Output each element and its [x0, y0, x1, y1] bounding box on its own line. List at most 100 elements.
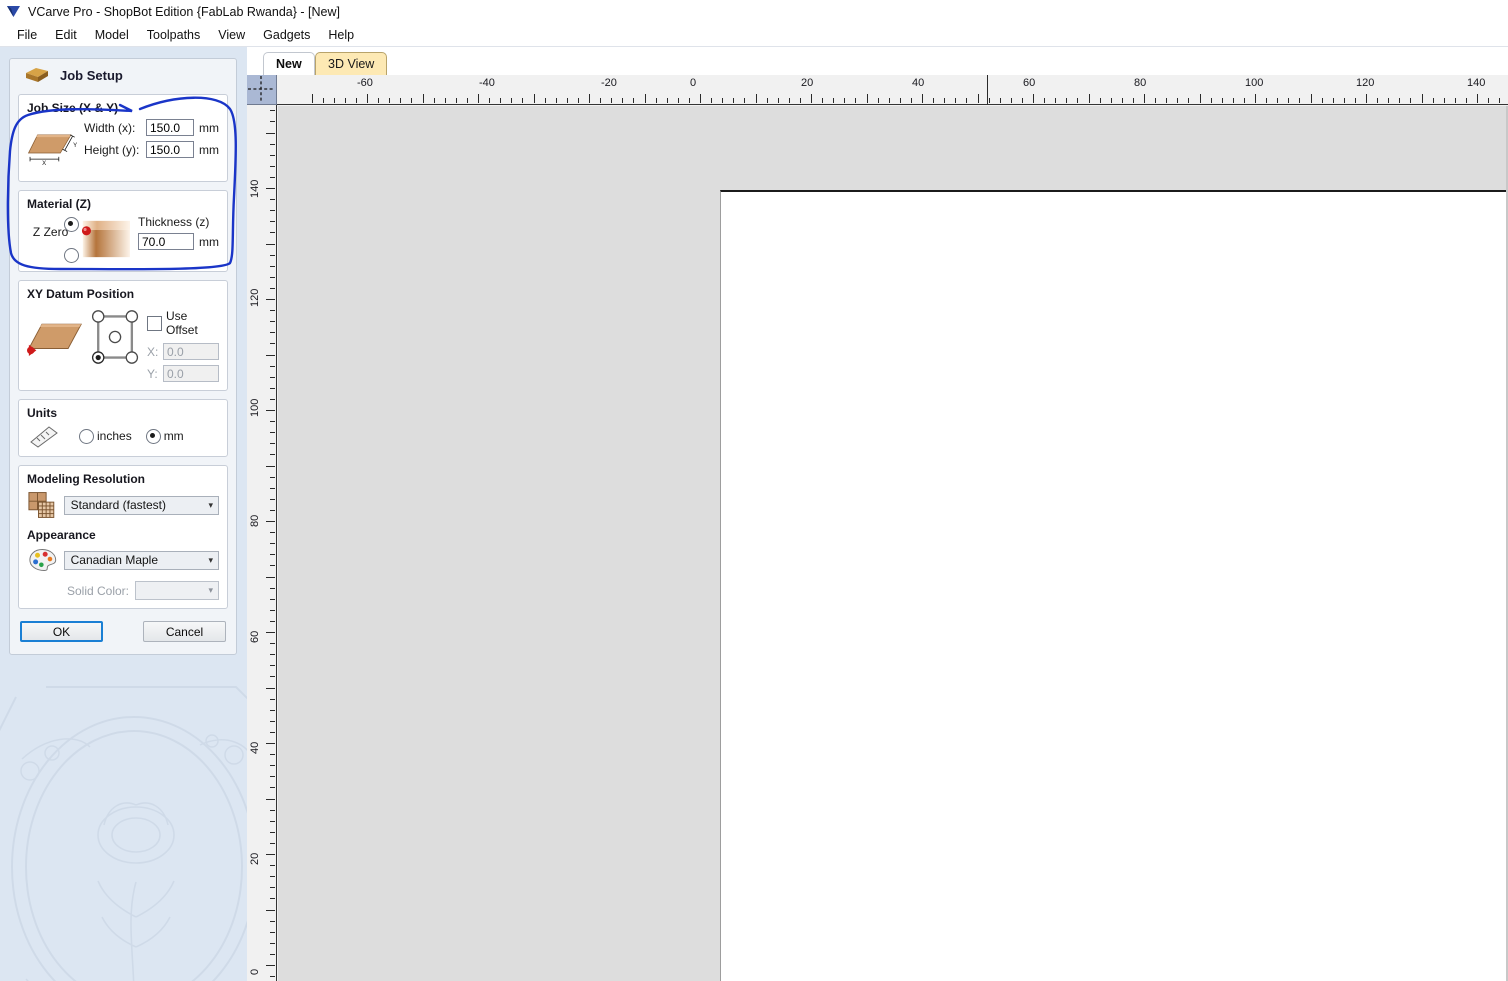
menu-item-toolpaths[interactable]: Toolpaths — [138, 26, 210, 44]
use-offset-checkbox[interactable] — [147, 315, 162, 331]
datum-top-right — [125, 310, 139, 323]
ruler-tick — [877, 98, 879, 103]
ruler-tick — [266, 354, 275, 356]
ruler-tick — [644, 94, 646, 103]
ruler-tick — [270, 365, 275, 367]
ruler-tick — [922, 94, 923, 103]
ruler-tick — [444, 98, 446, 103]
menu-item-model[interactable]: Model — [86, 26, 138, 44]
ruler-tick — [455, 98, 457, 103]
units-inches-radio[interactable] — [79, 428, 94, 444]
ruler-tick — [1243, 98, 1245, 103]
xy-datum-title: XY Datum Position — [27, 287, 135, 301]
ok-button[interactable]: OK — [20, 621, 103, 642]
ruler-tick — [555, 98, 557, 103]
menu-item-edit[interactable]: Edit — [46, 26, 86, 44]
ruler-tick — [270, 121, 275, 123]
ruler-tick — [270, 931, 275, 933]
ruler-tick — [744, 98, 746, 103]
ruler-tick — [1077, 98, 1079, 103]
units-mm-radio[interactable] — [145, 428, 161, 444]
ruler-tick — [1277, 98, 1279, 103]
menu-item-view[interactable]: View — [209, 26, 254, 44]
ruler-tick — [270, 332, 275, 334]
ruler-tick — [866, 94, 868, 103]
ruler-tick — [600, 98, 602, 103]
ruler-tick — [270, 676, 275, 678]
ruler-tick — [822, 98, 824, 103]
ruler-tick — [270, 942, 275, 944]
ruler-tick — [1155, 98, 1157, 103]
cancel-button[interactable]: Cancel — [143, 621, 226, 642]
menu-item-file[interactable]: File — [8, 26, 46, 44]
thickness-label: Thickness (z) — [138, 215, 210, 229]
ruler-tick — [270, 487, 275, 489]
offset-x-input[interactable] — [163, 343, 219, 360]
menu-item-help[interactable]: Help — [319, 26, 363, 44]
tab-new[interactable]: New — [263, 52, 315, 75]
offset-y-label: Y: — [147, 366, 158, 381]
height-input[interactable] — [146, 141, 194, 158]
axis-x-label: X — [42, 161, 46, 167]
tab-3d-view[interactable]: 3D View — [315, 52, 388, 75]
vruler-label: 60 — [249, 630, 261, 643]
vruler-label: 100 — [249, 398, 261, 417]
ruler-tick — [500, 98, 502, 103]
ruler-tick — [1332, 98, 1334, 103]
offset-y-input[interactable] — [163, 365, 219, 382]
height-label: Height (y): — [84, 142, 140, 157]
width-unit: mm — [199, 120, 219, 135]
vcarve-application-window: VCarve Pro - ShopBot Edition {FabLab Rwa… — [0, 0, 1508, 981]
ruler-tick — [270, 343, 275, 345]
ruler-tick — [270, 787, 275, 789]
chevron-down-icon: ▾ — [208, 554, 213, 565]
ruler-tick — [577, 98, 579, 103]
thickness-input[interactable] — [138, 233, 194, 250]
ruler-tick — [270, 154, 275, 156]
job-size-group: Job Size (X & Y) X Y Width (x): 150.0 mm… — [18, 94, 228, 182]
ruler-tick — [988, 98, 990, 103]
ruler-tick — [270, 398, 275, 400]
ruler-tick — [270, 620, 275, 622]
width-input[interactable] — [146, 119, 194, 136]
ruler-tick — [910, 98, 912, 103]
vruler-label: 40 — [249, 741, 261, 754]
ruler-tick — [266, 188, 275, 189]
ruler-tick — [270, 221, 275, 223]
ruler-tick — [266, 132, 275, 134]
appearance-select[interactable]: Canadian Maple ▾ — [63, 550, 219, 570]
ruler-tick — [1266, 98, 1268, 103]
material-z-group: Material (Z) Z Zero Thickness (z) 70.0 m… — [18, 190, 228, 272]
z-zero-top-radio[interactable] — [64, 217, 80, 232]
hruler-label: -20 — [601, 77, 617, 89]
view-tab-strip: New 3D View — [247, 47, 1508, 75]
solid-color-select[interactable]: ▾ — [135, 581, 219, 600]
ruler-tick — [1421, 94, 1423, 103]
ruler-origin-corner[interactable] — [247, 75, 277, 105]
ruler-icon — [30, 426, 58, 448]
ruler-tick — [270, 287, 275, 289]
ruler-tick — [1055, 98, 1057, 103]
ruler-tick — [788, 98, 790, 103]
material-sheet[interactable] — [720, 190, 1508, 981]
job-size-title: Job Size (X & Y) — [27, 101, 119, 115]
ruler-tick — [270, 698, 275, 700]
ruler-tick — [266, 632, 275, 633]
horizontal-ruler[interactable]: -60 -40 -20 0 20 40 60 80 100 120 140 — [277, 75, 1508, 105]
ruler-tick — [1166, 98, 1168, 103]
menu-item-gadgets[interactable]: Gadgets — [254, 26, 319, 44]
ruler-tick — [544, 98, 546, 103]
job-setup-header: Job Setup — [10, 59, 236, 89]
ruler-tick — [1410, 98, 1412, 103]
ruler-tick — [266, 410, 275, 411]
vertical-ruler[interactable]: 140 120 100 80 60 40 20 0 — [247, 105, 277, 981]
ruler-tick — [270, 609, 275, 611]
grid-blocks-icon — [28, 492, 55, 518]
datum-position-grid[interactable] — [87, 305, 143, 369]
modeling-resolution-select[interactable]: Standard (fastest) ▾ — [63, 495, 219, 515]
ruler-tick — [522, 98, 524, 103]
ruler-tick — [270, 443, 275, 445]
ruler-tick — [855, 98, 857, 103]
design-canvas[interactable] — [278, 106, 1508, 981]
z-zero-bottom-radio[interactable] — [64, 248, 80, 263]
